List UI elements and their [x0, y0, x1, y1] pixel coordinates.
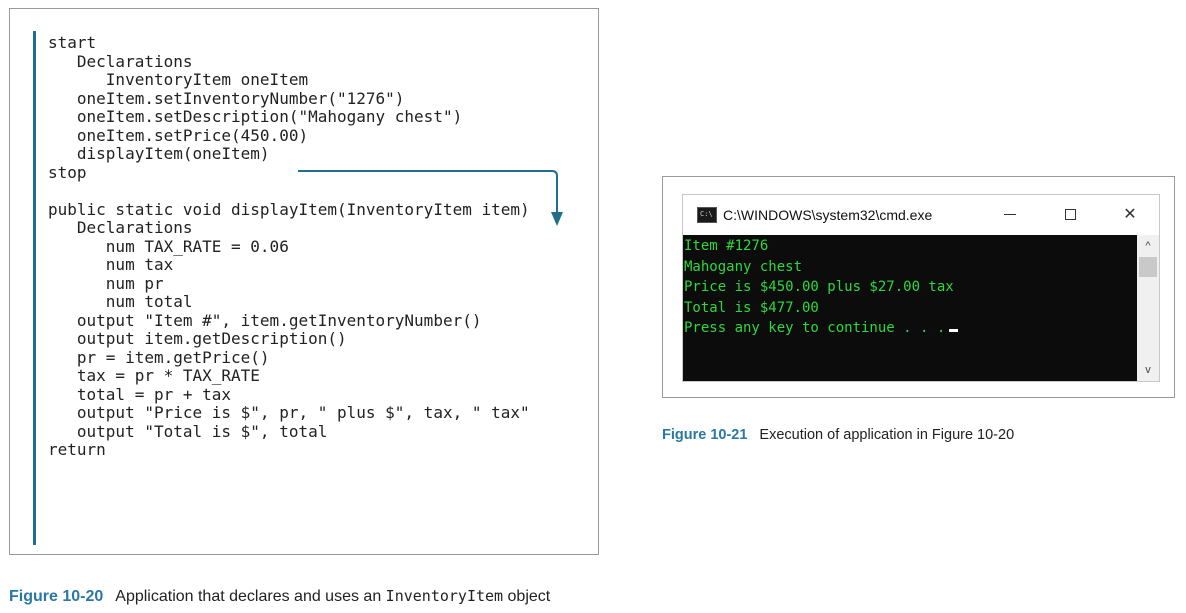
figure-caption-10-20: Figure 10-20 Application that declares an… [9, 587, 550, 606]
console-line: Price is $450.00 plus $27.00 tax [684, 279, 954, 295]
figure-caption-10-21: Figure 10-21 Execution of application in … [662, 427, 1014, 443]
window-title: C:\WINDOWS\system32\cmd.exe [723, 207, 933, 223]
code-line: InventoryItem oneItem [48, 70, 309, 89]
caption-code-term: InventoryItem [385, 587, 504, 605]
code-line: num tax [48, 255, 174, 274]
code-line: oneItem.setDescription("Mahogany chest") [48, 107, 463, 126]
minimize-icon [1004, 213, 1016, 215]
console-window: C:\ C:\WINDOWS\system32\cmd.exe ✕ Item #… [682, 194, 1160, 382]
code-line: output item.getDescription() [48, 329, 347, 348]
console-output: Item #1276 Mahogany chest Price is $450.00… [684, 236, 959, 339]
code-line: public static void displayItem(Inventory… [48, 199, 530, 219]
code-listing-panel: start Declarations InventoryItem oneItem… [9, 8, 599, 555]
code-line: oneItem.setInventoryNumber("1276") [48, 88, 405, 108]
code-line: output "Price is $", pr, " plus $", tax,… [48, 403, 530, 422]
console-line: Mahogany chest [684, 258, 803, 275]
text-cursor [949, 329, 959, 332]
code-line: tax = pr * TAX_RATE [48, 366, 260, 385]
scroll-up-icon[interactable]: ^ [1137, 237, 1159, 255]
code-line: output "Item #", item.getInventoryNumber… [48, 310, 482, 330]
code-line: oneItem.setPrice(450.00) [48, 125, 309, 145]
cmd-icon: C:\ [697, 207, 717, 223]
figure-label: Figure 10-21 [662, 427, 748, 443]
console-line: Total is $477.00 [684, 299, 819, 316]
code-line: output "Total is $", total [48, 421, 328, 441]
code-line: Declarations [48, 218, 193, 237]
code-line: displayItem(oneItem) [48, 144, 270, 163]
caption-text: Execution of application in Figure 10-20 [759, 427, 1015, 443]
code-line: total = pr + tax [48, 384, 232, 404]
pseudocode-listing: start Declarations InventoryItem oneItem… [48, 33, 530, 460]
caption-text-end: object [503, 588, 551, 605]
maximize-icon [1064, 208, 1076, 220]
minimize-button[interactable] [992, 201, 1028, 227]
code-line: num TAX_RATE = 0.06 [48, 236, 289, 256]
console-line: Item #1276 [684, 238, 769, 254]
console-output-area[interactable]: Item #1276 Mahogany chest Price is $450.00… [683, 235, 1137, 381]
window-titlebar[interactable]: C:\ C:\WINDOWS\system32\cmd.exe ✕ [683, 195, 1159, 235]
console-figure-frame: C:\ C:\WINDOWS\system32\cmd.exe ✕ Item #… [662, 176, 1175, 398]
close-button[interactable]: ✕ [1112, 201, 1148, 227]
code-line: start [48, 33, 97, 52]
figure-label: Figure 10-20 [9, 588, 104, 605]
code-line: pr = item.getPrice() [48, 347, 270, 367]
code-accent-bar [33, 31, 36, 545]
close-icon: ✕ [1123, 206, 1137, 223]
code-line: num pr [48, 273, 164, 293]
code-line: stop [48, 162, 87, 182]
code-line: Declarations [48, 51, 193, 71]
code-line: num total [48, 292, 193, 311]
scroll-thumb[interactable] [1139, 257, 1157, 277]
caption-text: Application that declares and uses an [115, 588, 386, 605]
code-line: return [48, 440, 106, 459]
vertical-scrollbar[interactable]: ^ v [1137, 235, 1159, 381]
maximize-button[interactable] [1052, 201, 1088, 227]
console-line: Press any key to continue . . . [684, 318, 959, 339]
scroll-down-icon[interactable]: v [1137, 361, 1159, 379]
